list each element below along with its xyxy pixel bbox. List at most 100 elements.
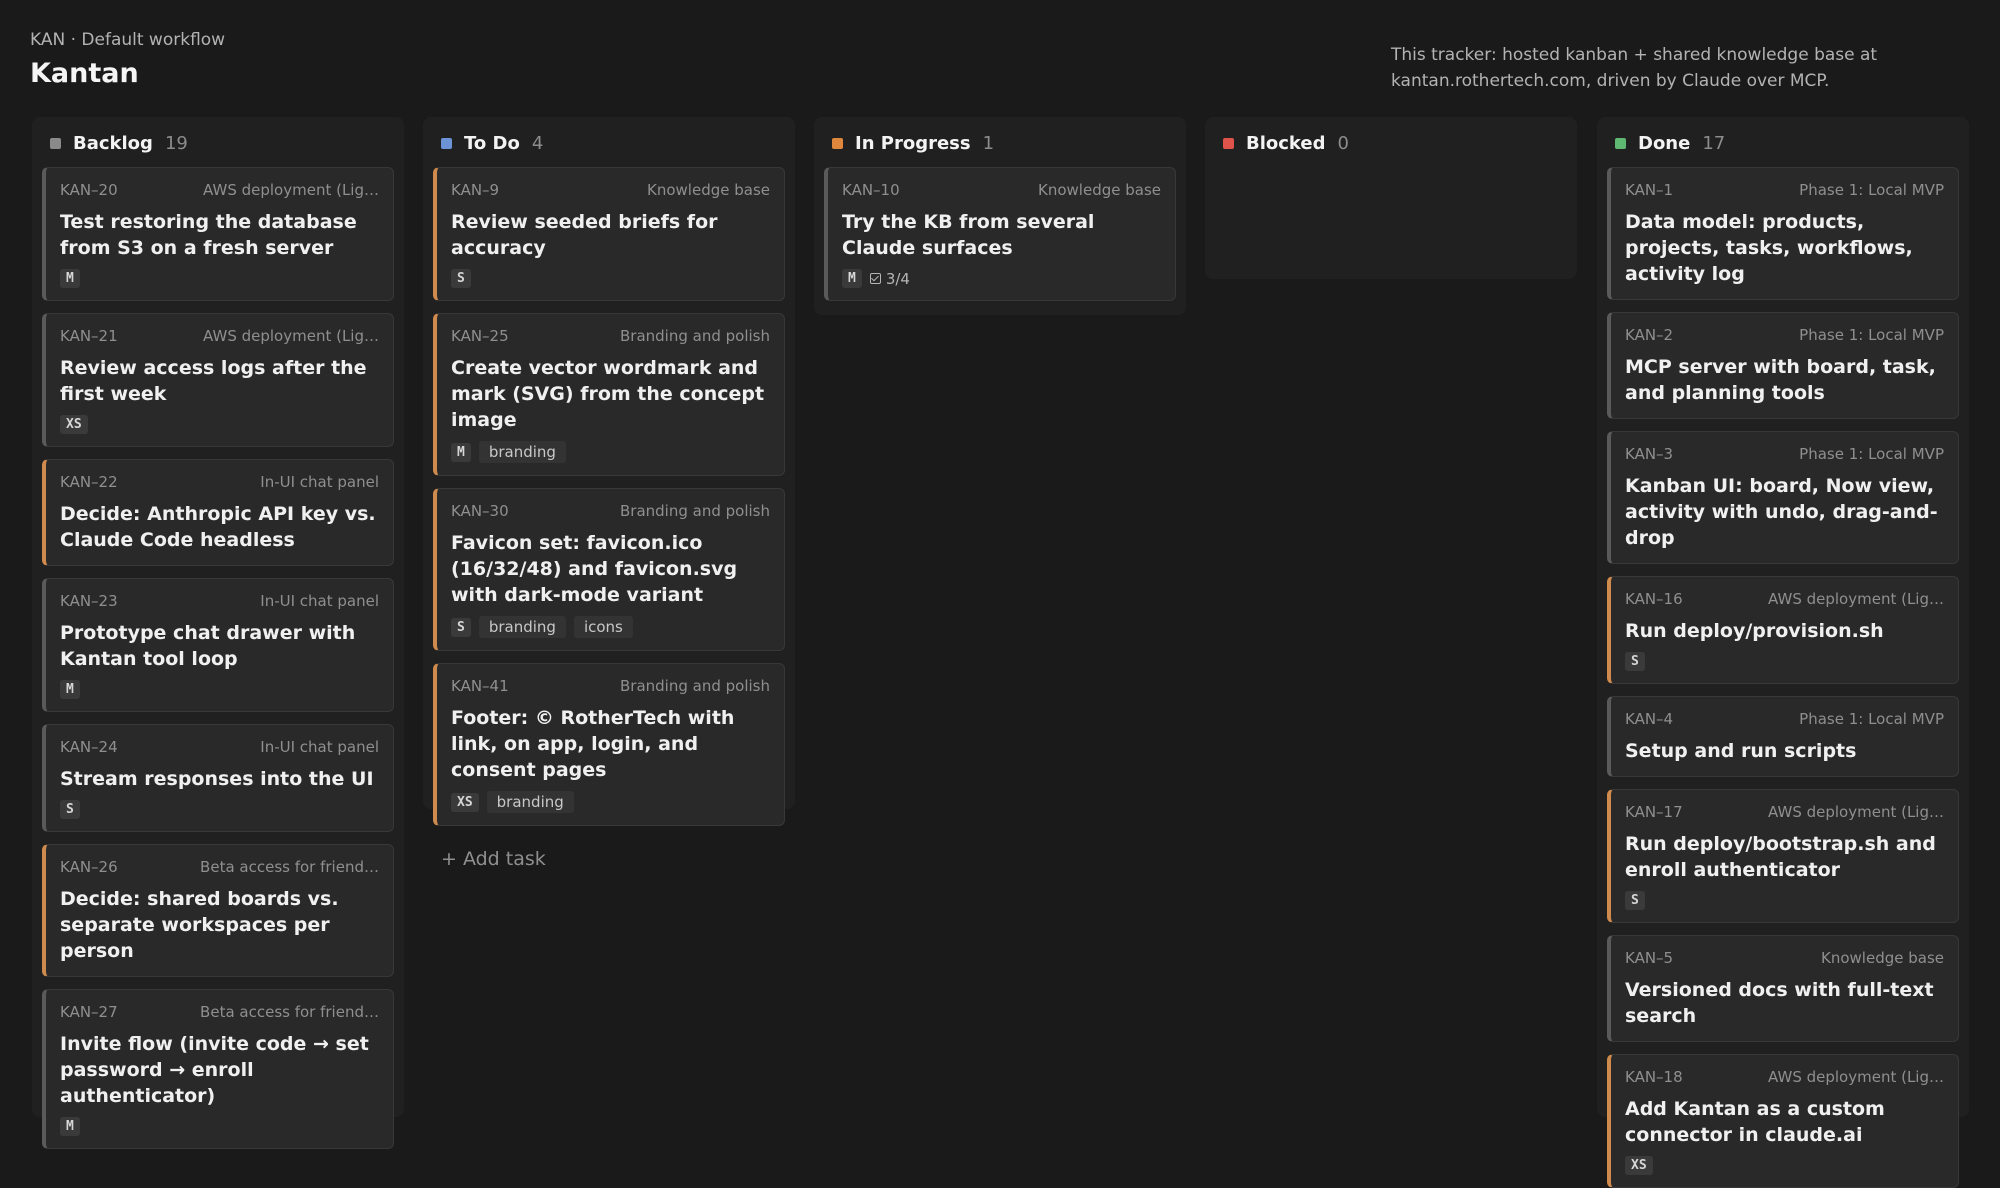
column-title: Backlog (73, 132, 153, 154)
task-project: AWS deployment (Lig… (1768, 590, 1944, 608)
task-title: Test restoring the database from S3 on a… (60, 211, 357, 259)
task-key: KAN–18 (1625, 1068, 1683, 1086)
add-task-button[interactable]: + Add task (433, 838, 785, 890)
task-key: KAN–27 (60, 1003, 118, 1021)
size-badge: XS (451, 792, 479, 812)
task-title: Create vector wordmark and mark (SVG) fr… (451, 357, 765, 431)
size-badge: M (60, 1117, 80, 1136)
column-header-blocked: Blocked 0 (1215, 129, 1567, 157)
task-card-kan-18[interactable]: KAN–18 AWS deployment (Lig… Add Kantan as… (1607, 1054, 1959, 1188)
task-card-kan-1[interactable]: KAN–1 Phase 1: Local MVP Data model: prod… (1607, 167, 1959, 300)
size-badge: S (1625, 891, 1645, 910)
task-key: KAN–16 (1625, 590, 1683, 608)
column-header-backlog: Backlog 19 (42, 129, 394, 157)
task-title: Add Kantan as a custom connector in clau… (1625, 1098, 1885, 1146)
task-card-kan-21[interactable]: KAN–21 AWS deployment (Lig… Review access… (42, 313, 394, 447)
task-title: Run deploy/provision.sh (1625, 620, 1884, 642)
size-badge: S (451, 617, 471, 637)
task-card-kan-9[interactable]: KAN–9 Knowledge base Review seeded briefs… (433, 167, 785, 301)
task-card-kan-10[interactable]: KAN–10 Knowledge base Try the KB from sev… (824, 167, 1176, 301)
task-key: KAN–20 (60, 181, 118, 199)
task-project: Knowledge base (647, 181, 770, 199)
status-dot-icon (832, 137, 843, 149)
task-card-kan-25[interactable]: KAN–25 Branding and polish Create vector … (433, 313, 785, 476)
task-title: Invite flow (invite code → set password … (60, 1033, 369, 1107)
task-key: KAN–1 (1625, 181, 1674, 199)
task-project: Phase 1: Local MVP (1799, 326, 1944, 344)
task-card-kan-20[interactable]: KAN–20 AWS deployment (Lig… Test restorin… (42, 167, 394, 301)
task-card-kan-4[interactable]: KAN–4 Phase 1: Local MVP Setup and run sc… (1607, 696, 1959, 777)
column-in-progress: In Progress 1 KAN–10 Knowledge base Try t… (814, 117, 1186, 315)
task-title: Review seeded briefs for accuracy (451, 211, 718, 259)
task-card-kan-3[interactable]: KAN–3 Phase 1: Local MVP Kanban UI: board… (1607, 431, 1959, 564)
task-title: Kanban UI: board, Now view, activity wit… (1625, 475, 1938, 549)
task-title: Versioned docs with full-text search (1625, 979, 1934, 1027)
task-project: Branding and polish (620, 327, 770, 345)
task-key: KAN–2 (1625, 326, 1674, 344)
task-project: In-UI chat panel (260, 592, 379, 610)
task-key: KAN–24 (60, 738, 118, 756)
task-card-kan-24[interactable]: KAN–24 In-UI chat panel Stream responses … (42, 724, 394, 832)
column-count: 19 (164, 132, 188, 154)
task-card-kan-26[interactable]: KAN–26 Beta access for friend… Decide: sh… (42, 844, 394, 977)
task-card-kan-17[interactable]: KAN–17 AWS deployment (Lig… Run deploy/bo… (1607, 789, 1959, 923)
task-title: MCP server with board, task, and plannin… (1625, 356, 1936, 404)
page-title: Kantan (30, 58, 139, 89)
task-project: Knowledge base (1038, 181, 1161, 199)
status-dot-icon (1223, 137, 1234, 149)
task-project: Phase 1: Local MVP (1799, 181, 1944, 199)
subtask-progress: 3/4 (869, 270, 910, 288)
size-badge: M (451, 442, 471, 462)
task-project: Branding and polish (620, 677, 770, 695)
task-card-kan-41[interactable]: KAN–41 Branding and polish Footer: © Roth… (433, 663, 785, 826)
board-header: KAN · Default workflow Kantan (30, 30, 225, 89)
task-card-kan-22[interactable]: KAN–22 In-UI chat panel Decide: Anthropic… (42, 459, 394, 566)
task-title: Setup and run scripts (1625, 740, 1857, 762)
task-key: KAN–21 (60, 327, 118, 345)
task-title: Footer: © RotherTech with link, on app, … (451, 707, 735, 781)
task-key: KAN–4 (1625, 710, 1674, 728)
column-count: 17 (1702, 132, 1726, 154)
task-key: KAN–23 (60, 592, 118, 610)
size-badge: S (1625, 652, 1645, 671)
task-card-kan-30[interactable]: KAN–30 Branding and polish Favicon set: f… (433, 488, 785, 651)
task-key: KAN–3 (1625, 445, 1674, 463)
column-title: Blocked (1246, 132, 1326, 154)
label-tag: branding (478, 616, 566, 638)
task-card-kan-16[interactable]: KAN–16 AWS deployment (Lig… Run deploy/pr… (1607, 576, 1959, 684)
tracker-info-text: This tracker: hosted kanban + shared kno… (1391, 45, 1878, 91)
column-title: Done (1638, 132, 1691, 154)
size-badge: M (60, 269, 80, 288)
task-key: KAN–26 (60, 858, 118, 876)
task-title: Favicon set: favicon.ico (16/32/48) and … (451, 532, 738, 606)
column-header-todo: To Do 4 (433, 129, 785, 157)
status-dot-icon (50, 137, 61, 149)
task-card-kan-5[interactable]: KAN–5 Knowledge base Versioned docs with … (1607, 935, 1959, 1042)
task-title: Decide: shared boards vs. separate works… (60, 888, 339, 962)
task-project: Phase 1: Local MVP (1799, 445, 1944, 463)
task-key: KAN–10 (842, 181, 900, 199)
column-count: 4 (531, 132, 544, 154)
label-tag: branding (486, 791, 574, 813)
task-project: Knowledge base (1821, 949, 1944, 967)
task-key: KAN–22 (60, 473, 118, 491)
task-project: Phase 1: Local MVP (1799, 710, 1944, 728)
column-count: 0 (1337, 132, 1349, 154)
task-title: Review access logs after the first week (60, 357, 367, 405)
label-tag: icons (573, 616, 633, 638)
task-card-kan-27[interactable]: KAN–27 Beta access for friend… Invite flo… (42, 989, 394, 1149)
task-title: Data model: products, projects, tasks, w… (1625, 211, 1913, 285)
task-title: Try the KB from several Claude surfaces (842, 211, 1095, 259)
task-project: Branding and polish (620, 502, 770, 520)
task-key: KAN–25 (451, 327, 509, 345)
task-key: KAN–41 (451, 677, 509, 695)
task-card-kan-2[interactable]: KAN–2 Phase 1: Local MVP MCP server with … (1607, 312, 1959, 419)
breadcrumb[interactable]: KAN · Default workflow (30, 30, 225, 50)
size-badge: M (842, 269, 862, 288)
task-key: KAN–17 (1625, 803, 1683, 821)
task-key: KAN–5 (1625, 949, 1674, 967)
task-title: Stream responses into the UI (60, 768, 374, 790)
task-card-kan-23[interactable]: KAN–23 In-UI chat panel Prototype chat dr… (42, 578, 394, 712)
column-done: Done 17 KAN–1 Phase 1: Local MVP Data mod… (1597, 117, 1969, 1188)
column-count: 1 (982, 132, 995, 154)
